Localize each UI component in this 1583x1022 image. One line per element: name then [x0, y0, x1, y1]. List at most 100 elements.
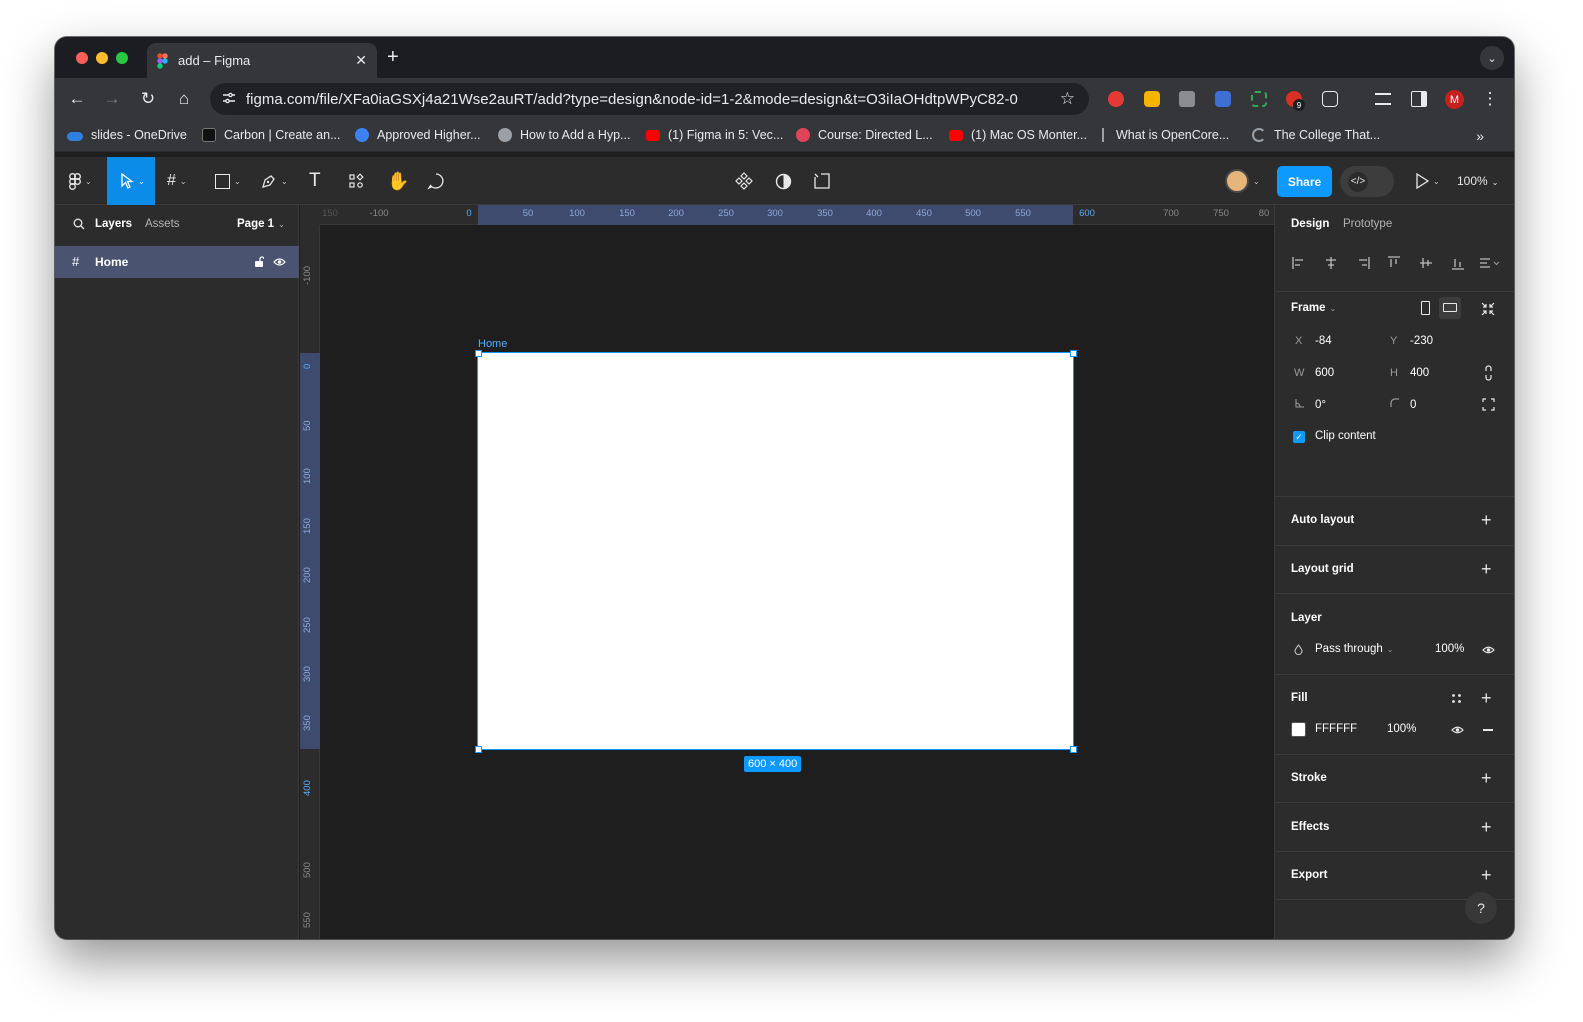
back-arrow-icon[interactable]: ←: [67, 89, 87, 109]
text-tool-button[interactable]: T: [309, 169, 321, 193]
browser-tab-active[interactable]: add – Figma ✕: [147, 43, 377, 78]
profile-avatar[interactable]: M: [1445, 90, 1464, 109]
dev-mode-toggle[interactable]: </>: [1340, 166, 1394, 197]
y-input[interactable]: -230: [1410, 335, 1433, 347]
bookmark-item[interactable]: Approved Higher...: [355, 128, 481, 142]
page-selector[interactable]: Page 1 ⌄: [237, 218, 285, 230]
landscape-orientation-button[interactable]: [1439, 297, 1461, 319]
home-icon[interactable]: ⌂: [174, 89, 194, 109]
add-fill-icon[interactable]: +: [1481, 689, 1492, 707]
style-grid-icon[interactable]: [1451, 693, 1462, 704]
tab-layers[interactable]: Layers: [95, 218, 132, 230]
new-tab-button[interactable]: +: [387, 46, 399, 68]
bookmark-item[interactable]: slides - OneDrive: [67, 128, 187, 142]
layer-opacity-input[interactable]: 100%: [1435, 643, 1464, 655]
design-canvas[interactable]: 150 -100 0 50 100 150 200 250 300 350 40…: [300, 205, 1274, 939]
frame-home[interactable]: [477, 352, 1074, 750]
close-window-button[interactable]: [76, 52, 88, 64]
browser-menu-icon[interactable]: ⋮: [1480, 89, 1500, 109]
frame-title[interactable]: Home: [478, 338, 507, 350]
bookmark-item[interactable]: Carbon | Create an...: [202, 128, 341, 142]
zoom-level-dropdown[interactable]: 100% ⌄: [1457, 174, 1498, 188]
extension-red-icon[interactable]: [1108, 91, 1124, 107]
chevron-down-icon[interactable]: ⌄: [1253, 169, 1260, 193]
bookmark-item[interactable]: How to Add a Hyp...: [498, 128, 630, 142]
tab-assets[interactable]: Assets: [145, 218, 180, 230]
frame-tool-button[interactable]: # ⌄: [167, 169, 187, 193]
add-auto-layout-icon[interactable]: +: [1481, 511, 1492, 529]
resize-handle-bottom-right[interactable]: [1070, 746, 1077, 753]
x-input[interactable]: -84: [1315, 335, 1332, 347]
add-layout-grid-icon[interactable]: +: [1481, 560, 1492, 578]
component-tool-button[interactable]: [735, 169, 753, 193]
blend-mode-dropdown[interactable]: Pass through ⌄: [1315, 643, 1393, 655]
zoom-window-button[interactable]: [116, 52, 128, 64]
portrait-orientation-icon[interactable]: [1421, 301, 1430, 315]
align-right-icon[interactable]: [1355, 255, 1371, 271]
extension-yellow-icon[interactable]: [1144, 91, 1160, 107]
add-stroke-icon[interactable]: +: [1481, 769, 1492, 787]
align-bottom-icon[interactable]: [1450, 255, 1466, 271]
reload-icon[interactable]: ↻: [138, 89, 158, 109]
bookmark-item[interactable]: (1) Figma in 5: Vec...: [646, 128, 783, 142]
user-avatar[interactable]: [1225, 169, 1249, 193]
tab-prototype[interactable]: Prototype: [1343, 218, 1392, 230]
clip-content-checkbox[interactable]: ✓: [1293, 431, 1305, 443]
bookmark-item[interactable]: The College That...: [1252, 128, 1380, 142]
tab-close-icon[interactable]: ✕: [355, 52, 367, 69]
eye-icon[interactable]: [273, 256, 286, 268]
add-effect-icon[interactable]: +: [1481, 818, 1492, 836]
bookmark-item[interactable]: What is OpenCore...: [1102, 128, 1229, 142]
fill-opacity-input[interactable]: 100%: [1387, 723, 1416, 735]
bookmarks-overflow-icon[interactable]: »: [1476, 128, 1484, 144]
forward-arrow-icon[interactable]: →: [102, 89, 122, 109]
unlock-icon[interactable]: [254, 256, 264, 268]
fill-hex-input[interactable]: FFFFFF: [1315, 723, 1357, 735]
eye-icon[interactable]: [1482, 645, 1495, 655]
mask-tool-button[interactable]: [775, 169, 792, 193]
resize-handle-bottom-left[interactable]: [475, 746, 482, 753]
move-tool-button[interactable]: ⌄: [107, 157, 155, 205]
independent-corners-icon[interactable]: [1482, 398, 1495, 411]
resize-handle-top-left[interactable]: [475, 350, 482, 357]
extensions-puzzle-icon[interactable]: [1322, 91, 1338, 107]
bookmark-star-icon[interactable]: ☆: [1060, 89, 1075, 109]
tab-design[interactable]: Design: [1291, 218, 1329, 230]
hand-tool-button[interactable]: ✋: [387, 169, 409, 193]
extension-green-icon[interactable]: [1251, 91, 1267, 107]
tab-search-chevron-icon[interactable]: ⌄: [1480, 46, 1504, 70]
align-left-icon[interactable]: [1291, 255, 1307, 271]
remove-fill-icon[interactable]: [1483, 729, 1493, 731]
main-menu-button[interactable]: ⌄: [69, 169, 92, 193]
media-controls-icon[interactable]: [1375, 93, 1391, 105]
minimize-window-button[interactable]: [96, 52, 108, 64]
crop-tool-button[interactable]: [813, 169, 831, 193]
eye-icon[interactable]: [1451, 725, 1464, 735]
height-input[interactable]: 400: [1410, 367, 1429, 379]
present-button[interactable]: ⌄: [1415, 169, 1440, 193]
resize-handle-top-right[interactable]: [1070, 350, 1077, 357]
fill-color-swatch[interactable]: [1291, 722, 1306, 737]
rotation-input[interactable]: 0°: [1315, 399, 1326, 411]
distribute-menu-icon[interactable]: [1478, 255, 1502, 271]
add-export-icon[interactable]: +: [1481, 866, 1492, 884]
align-vertical-center-icon[interactable]: [1418, 255, 1434, 271]
side-panel-icon[interactable]: [1411, 91, 1427, 107]
shape-tool-button[interactable]: ⌄: [215, 169, 241, 193]
resources-tool-button[interactable]: [348, 169, 364, 193]
pen-tool-button[interactable]: ⌄: [261, 169, 288, 193]
align-top-icon[interactable]: [1386, 255, 1402, 271]
corner-radius-input[interactable]: 0: [1410, 399, 1416, 411]
address-bar[interactable]: figma.com/file/XFa0iaGSXj4a21Wse2auRT/ad…: [210, 83, 1089, 115]
align-horizontal-center-icon[interactable]: [1323, 255, 1339, 271]
bookmark-item[interactable]: (1) Mac OS Monter...: [949, 128, 1087, 142]
width-input[interactable]: 600: [1315, 367, 1334, 379]
screenshot-extension-icon[interactable]: [1179, 91, 1195, 107]
search-icon[interactable]: [73, 218, 85, 230]
help-button[interactable]: ?: [1465, 892, 1497, 924]
resize-to-fit-icon[interactable]: [1481, 302, 1495, 316]
constrain-proportions-icon[interactable]: [1484, 365, 1493, 381]
layer-row-home[interactable]: # Home: [55, 246, 299, 278]
site-settings-icon[interactable]: [222, 91, 236, 105]
bookmark-item[interactable]: Course: Directed L...: [796, 128, 933, 142]
